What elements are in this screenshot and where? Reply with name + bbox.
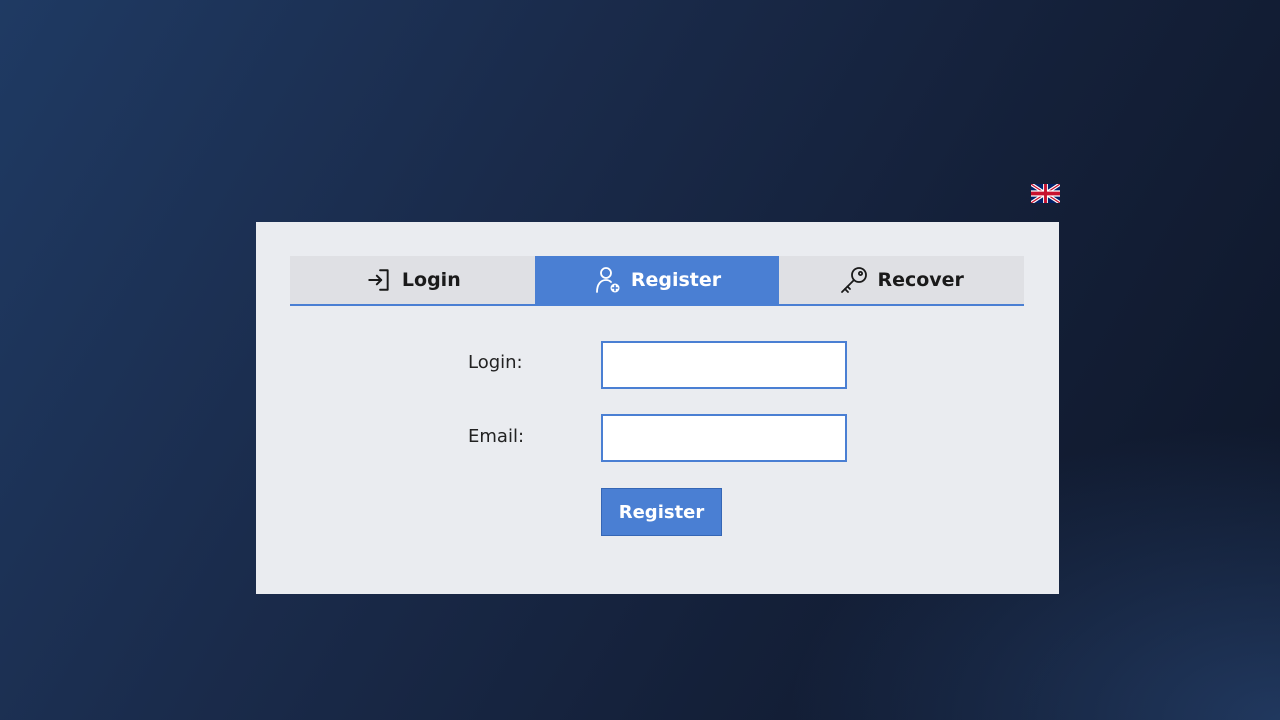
tab-register-label: Register [630,269,722,291]
email-field[interactable] [601,414,847,462]
register-button[interactable]: Register [601,488,722,536]
auth-panel: Login Register Recover Login: Email: Reg… [256,222,1059,594]
tab-register[interactable]: Register [534,256,780,304]
add-user-icon [593,265,623,295]
uk-flag-icon[interactable] [1031,184,1060,203]
tab-login-label: Login [401,269,461,291]
sign-in-icon [364,265,394,295]
tab-recover-label: Recover [877,269,964,291]
auth-tabs: Login Register Recover [290,256,1025,306]
key-icon [839,265,869,295]
login-field-label: Login: [468,352,523,373]
tab-recover[interactable]: Recover [779,256,1025,304]
login-field[interactable] [601,341,847,389]
tab-login[interactable]: Login [290,256,535,304]
email-field-label: Email: [468,426,525,447]
